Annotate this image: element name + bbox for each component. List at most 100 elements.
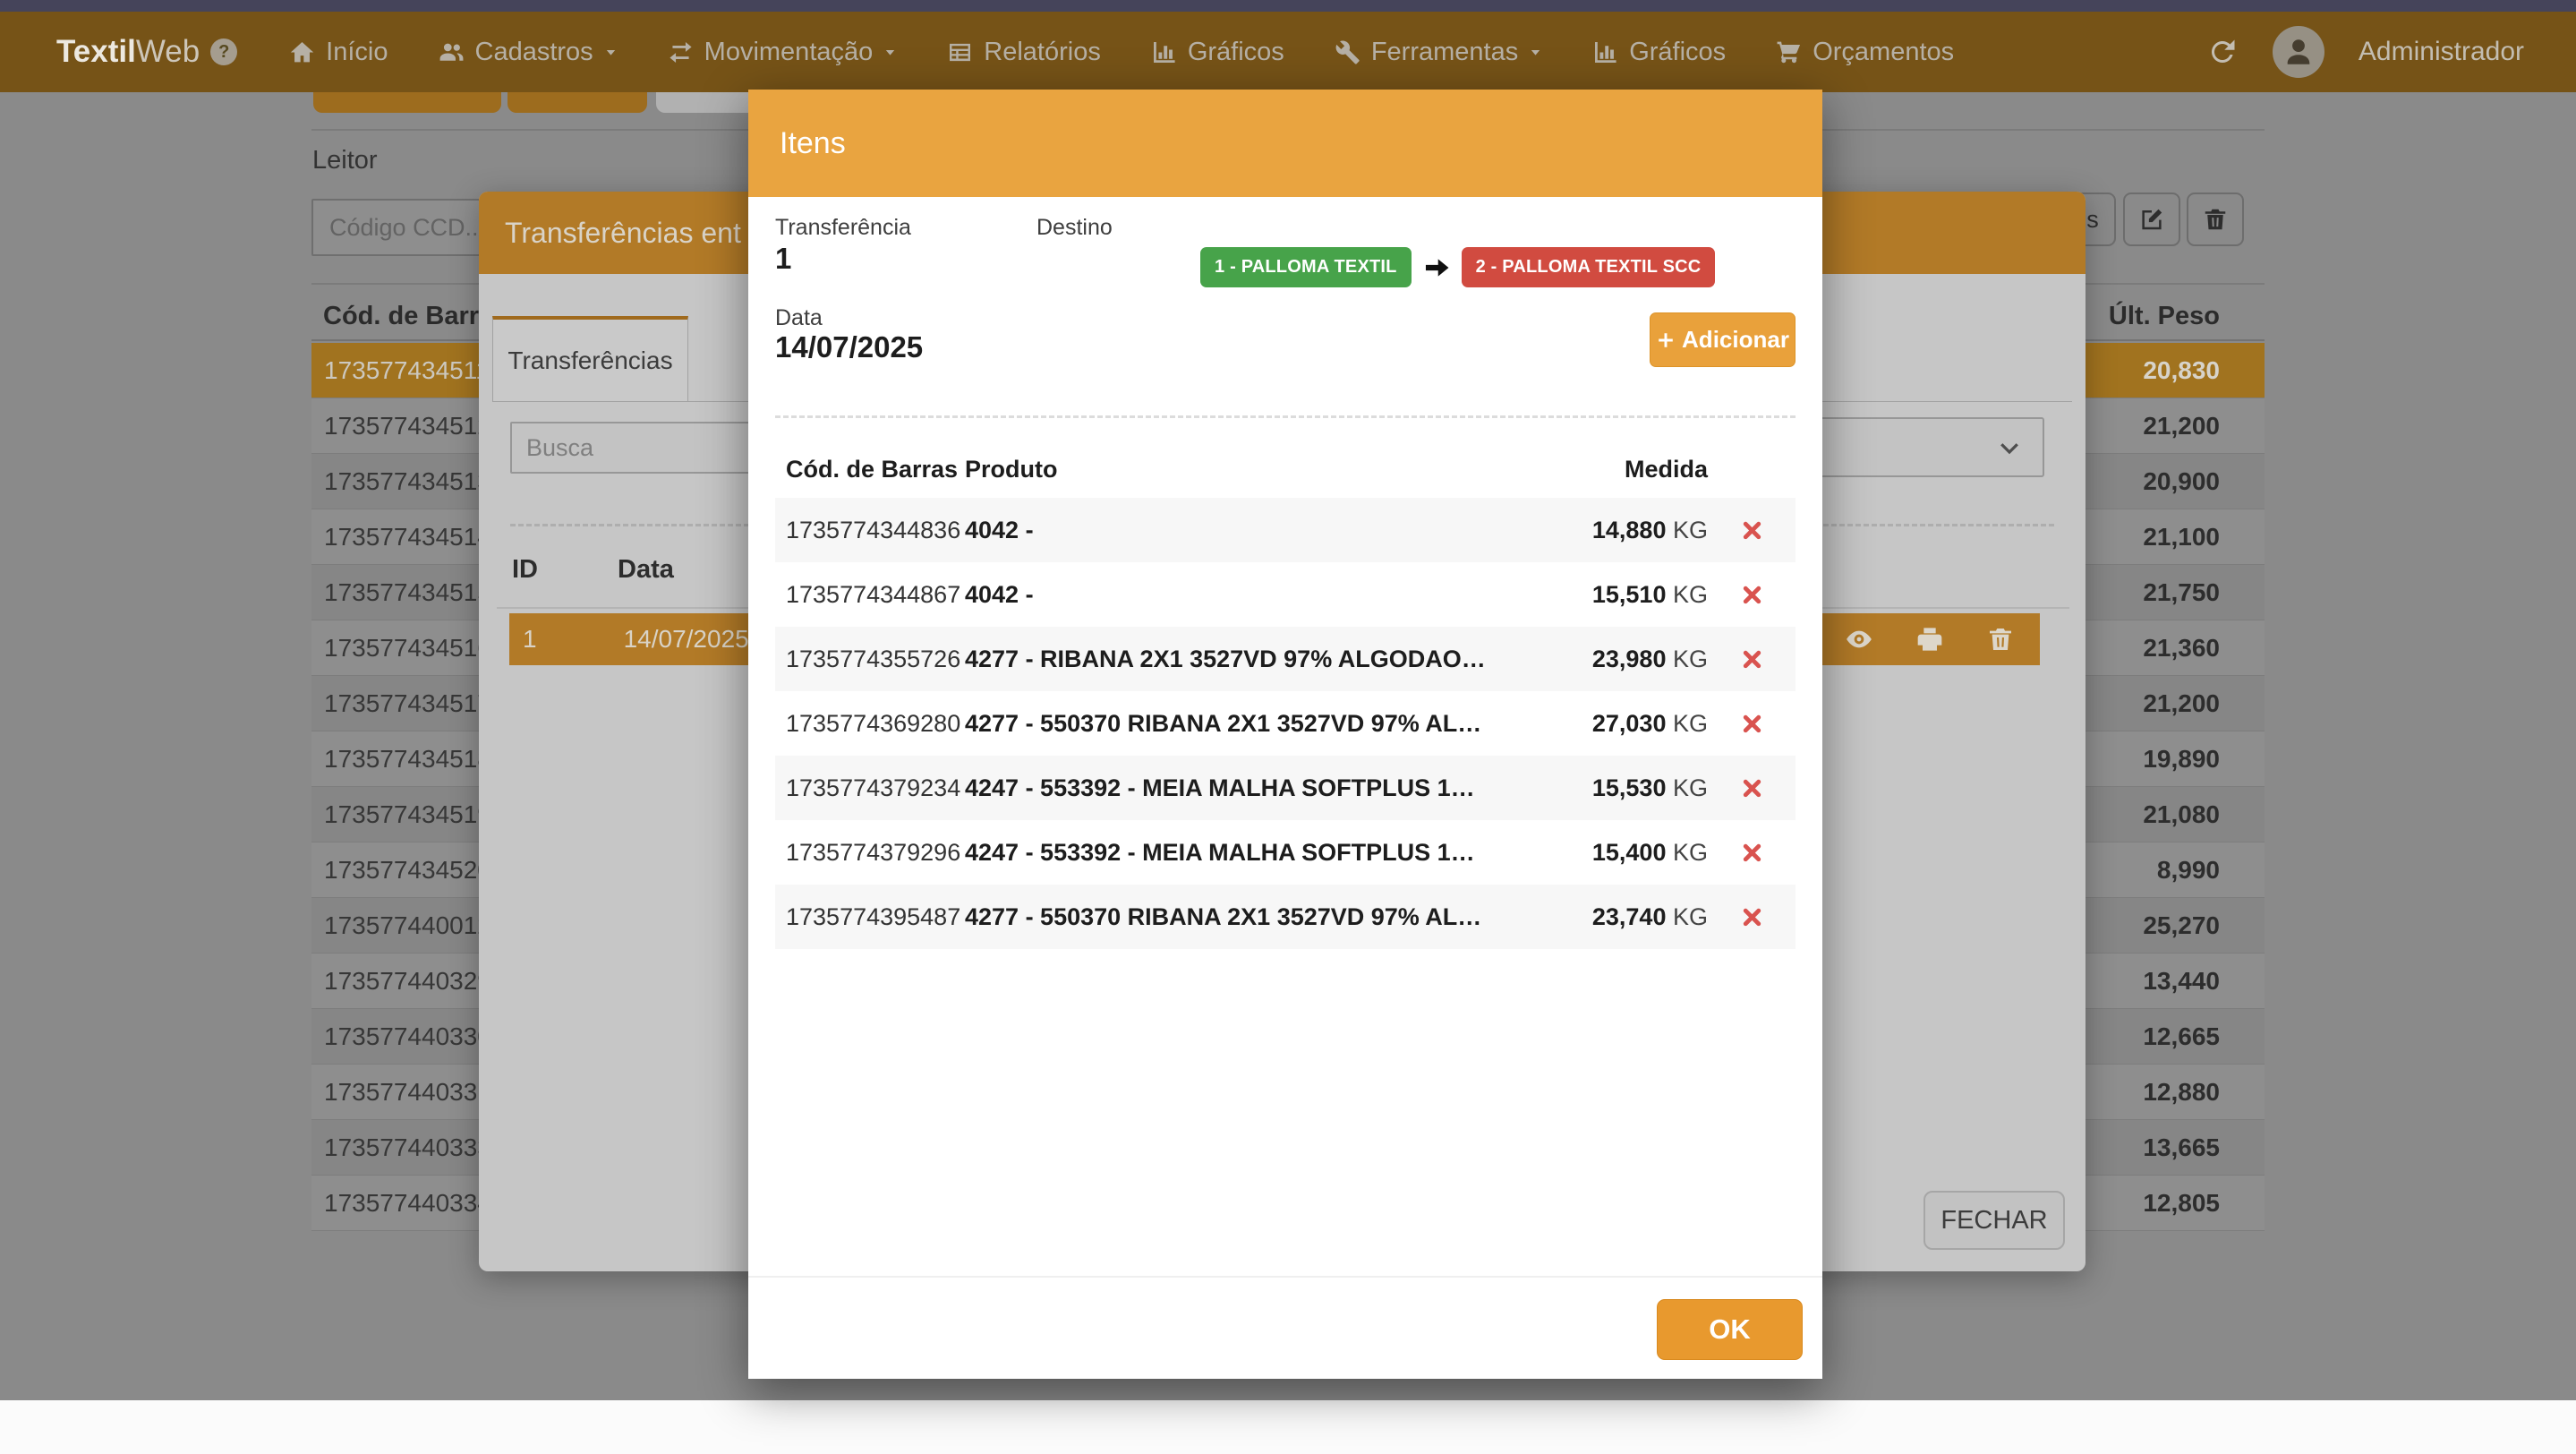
- transfer-date-cell: 14/07/2025: [624, 625, 749, 654]
- date-column-header: Data: [618, 555, 674, 585]
- button-label: s: [2086, 206, 2099, 234]
- remove-item-button[interactable]: [1708, 584, 1796, 606]
- item-product-cell: 4277 - RIBANA 2X1 3527VD 97% ALGODAO 3% …: [965, 646, 1502, 673]
- item-barcode-cell: 1735774379296: [775, 839, 965, 867]
- nav-item-label: Início: [326, 38, 388, 67]
- last-weight-cell: 25,270: [2143, 911, 2265, 940]
- app-logo[interactable]: TextilWeb ?: [56, 34, 237, 70]
- item-barcode-cell: 1735774344836: [775, 517, 965, 544]
- x-icon: [1741, 584, 1763, 606]
- nav-item-icon: [289, 39, 315, 65]
- printer-icon[interactable]: [1915, 625, 1944, 654]
- browser-top-strip: [0, 0, 2576, 12]
- item-row: 1735774379296 4247 - 553392 - MEIA MALHA…: [775, 820, 1796, 885]
- background-button-partial[interactable]: [313, 92, 501, 113]
- barcode-column-header: Cód. de Barras: [775, 456, 965, 483]
- origin-badge: 1 - PALLOMA TEXTIL: [1200, 247, 1412, 287]
- page-bottom-area: [0, 1400, 2576, 1454]
- nav-item-label: Gráficos: [1188, 38, 1284, 67]
- add-item-label: Adicionar: [1682, 326, 1789, 354]
- last-weight-cell: 12,805: [2143, 1189, 2265, 1218]
- date-label: Data: [775, 305, 823, 331]
- nav-menu-item[interactable]: Movimentação: [668, 38, 898, 67]
- arrow-right-icon: [1421, 252, 1452, 283]
- nav-menu-item[interactable]: Gráficos: [1151, 38, 1284, 67]
- nav-menu-item[interactable]: Ferramentas: [1335, 38, 1542, 67]
- item-measure-cell: 15,510 KG: [1502, 581, 1708, 609]
- nav-item-icon: [1335, 39, 1361, 65]
- nav-item-label: Gráficos: [1629, 38, 1726, 67]
- refresh-icon[interactable]: [2206, 36, 2239, 68]
- nav-menu-item[interactable]: Relatórios: [947, 38, 1101, 67]
- tab-transferencias[interactable]: Transferências: [492, 316, 688, 402]
- item-measure-cell: 23,980 KG: [1502, 646, 1708, 673]
- add-item-button[interactable]: Adicionar: [1650, 312, 1796, 367]
- product-column-header: Produto: [965, 456, 1502, 483]
- itens-modal-header: Itens: [748, 90, 1822, 197]
- nav-item-label: Cadastros: [475, 38, 593, 67]
- eye-icon[interactable]: [1845, 625, 1873, 654]
- item-product-cell: 4277 - 550370 RIBANA 2X1 3527VD 97% ALGO…: [965, 710, 1502, 738]
- avatar[interactable]: [2273, 26, 2324, 78]
- last-weight-cell: 21,080: [2143, 800, 2265, 829]
- navbar-right: Administrador: [2206, 26, 2524, 78]
- nav-item-label: Ferramentas: [1371, 38, 1518, 67]
- transfer-value: 1: [775, 242, 791, 276]
- transfer-route: 1 - PALLOMA TEXTIL 2 - PALLOMA TEXTIL SC…: [1200, 247, 1715, 287]
- last-weight-cell: 12,880: [2143, 1078, 2265, 1107]
- nav-item-icon: [439, 39, 465, 65]
- last-weight-cell: 21,200: [2143, 412, 2265, 440]
- item-measure-cell: 14,880 KG: [1502, 517, 1708, 544]
- ok-button[interactable]: OK: [1657, 1299, 1803, 1360]
- items-table: 1735774344836 4042 - 14,880 KG 173577434…: [775, 498, 1796, 949]
- leitor-label: Leitor: [312, 146, 378, 175]
- transfer-label: Transferência: [775, 215, 911, 241]
- remove-item-button[interactable]: [1708, 519, 1796, 542]
- item-row: 1735774395487 4277 - 550370 RIBANA 2X1 3…: [775, 885, 1796, 949]
- caret-down-icon: [604, 46, 618, 59]
- item-product-cell: 4042 -: [965, 517, 1502, 544]
- remove-item-button[interactable]: [1708, 906, 1796, 928]
- item-product-cell: 4042 -: [965, 581, 1502, 609]
- destination-badge: 2 - PALLOMA TEXTIL SCC: [1462, 247, 1716, 287]
- x-icon: [1741, 842, 1763, 864]
- fechar-button[interactable]: FECHAR: [1923, 1191, 2065, 1250]
- item-barcode-cell: 1735774379234: [775, 774, 965, 802]
- last-weight-cell: 8,990: [2157, 856, 2265, 885]
- x-icon: [1741, 777, 1763, 800]
- caret-down-icon: [883, 46, 897, 59]
- nav-menu-item[interactable]: Orçamentos: [1776, 38, 1954, 67]
- main-navbar: TextilWeb ? Início Cadastros: [0, 12, 2576, 92]
- remove-item-button[interactable]: [1708, 842, 1796, 864]
- help-icon[interactable]: ?: [210, 38, 237, 65]
- nav-item-icon: [1592, 39, 1618, 65]
- x-icon: [1741, 713, 1763, 735]
- app-window: TextilWeb ? Início Cadastros: [0, 0, 2576, 1454]
- item-measure-cell: 23,740 KG: [1502, 903, 1708, 931]
- edit-button[interactable]: [2123, 192, 2180, 246]
- background-button-partial[interactable]: [508, 92, 647, 113]
- nav-menu-item[interactable]: Cadastros: [439, 38, 618, 67]
- transfer-id-cell: 1: [523, 625, 537, 654]
- delete-button[interactable]: [2187, 192, 2244, 246]
- trash-icon[interactable]: [1986, 625, 2015, 654]
- nav-menu: Início Cadastros Movimentação: [289, 38, 1954, 67]
- item-barcode-cell: 1735774369280: [775, 710, 965, 738]
- remove-item-button[interactable]: [1708, 648, 1796, 671]
- itens-modal-title: Itens: [780, 126, 846, 161]
- item-product-cell: 4247 - 553392 - MEIA MALHA SOFTPLUS 1801…: [965, 774, 1502, 802]
- nav-item-label: Relatórios: [984, 38, 1101, 67]
- nav-menu-item[interactable]: Gráficos: [1592, 38, 1726, 67]
- item-measure-cell: 27,030 KG: [1502, 710, 1708, 738]
- remove-item-button[interactable]: [1708, 713, 1796, 735]
- logo-text: TextilWeb: [56, 34, 200, 70]
- nav-item-label: Movimentação: [704, 38, 874, 67]
- last-weight-cell: 21,750: [2143, 578, 2265, 607]
- nav-item-icon: [1776, 39, 1802, 65]
- nav-menu-item[interactable]: Início: [289, 38, 388, 67]
- itens-modal: Itens Transferência 1 Destino 1 - PALLOM…: [748, 90, 1822, 1379]
- pencil-square-icon: [2138, 206, 2165, 233]
- remove-item-button[interactable]: [1708, 777, 1796, 800]
- item-row: 1735774379234 4247 - 553392 - MEIA MALHA…: [775, 756, 1796, 820]
- transfers-modal-title: Transferências ent: [505, 217, 741, 250]
